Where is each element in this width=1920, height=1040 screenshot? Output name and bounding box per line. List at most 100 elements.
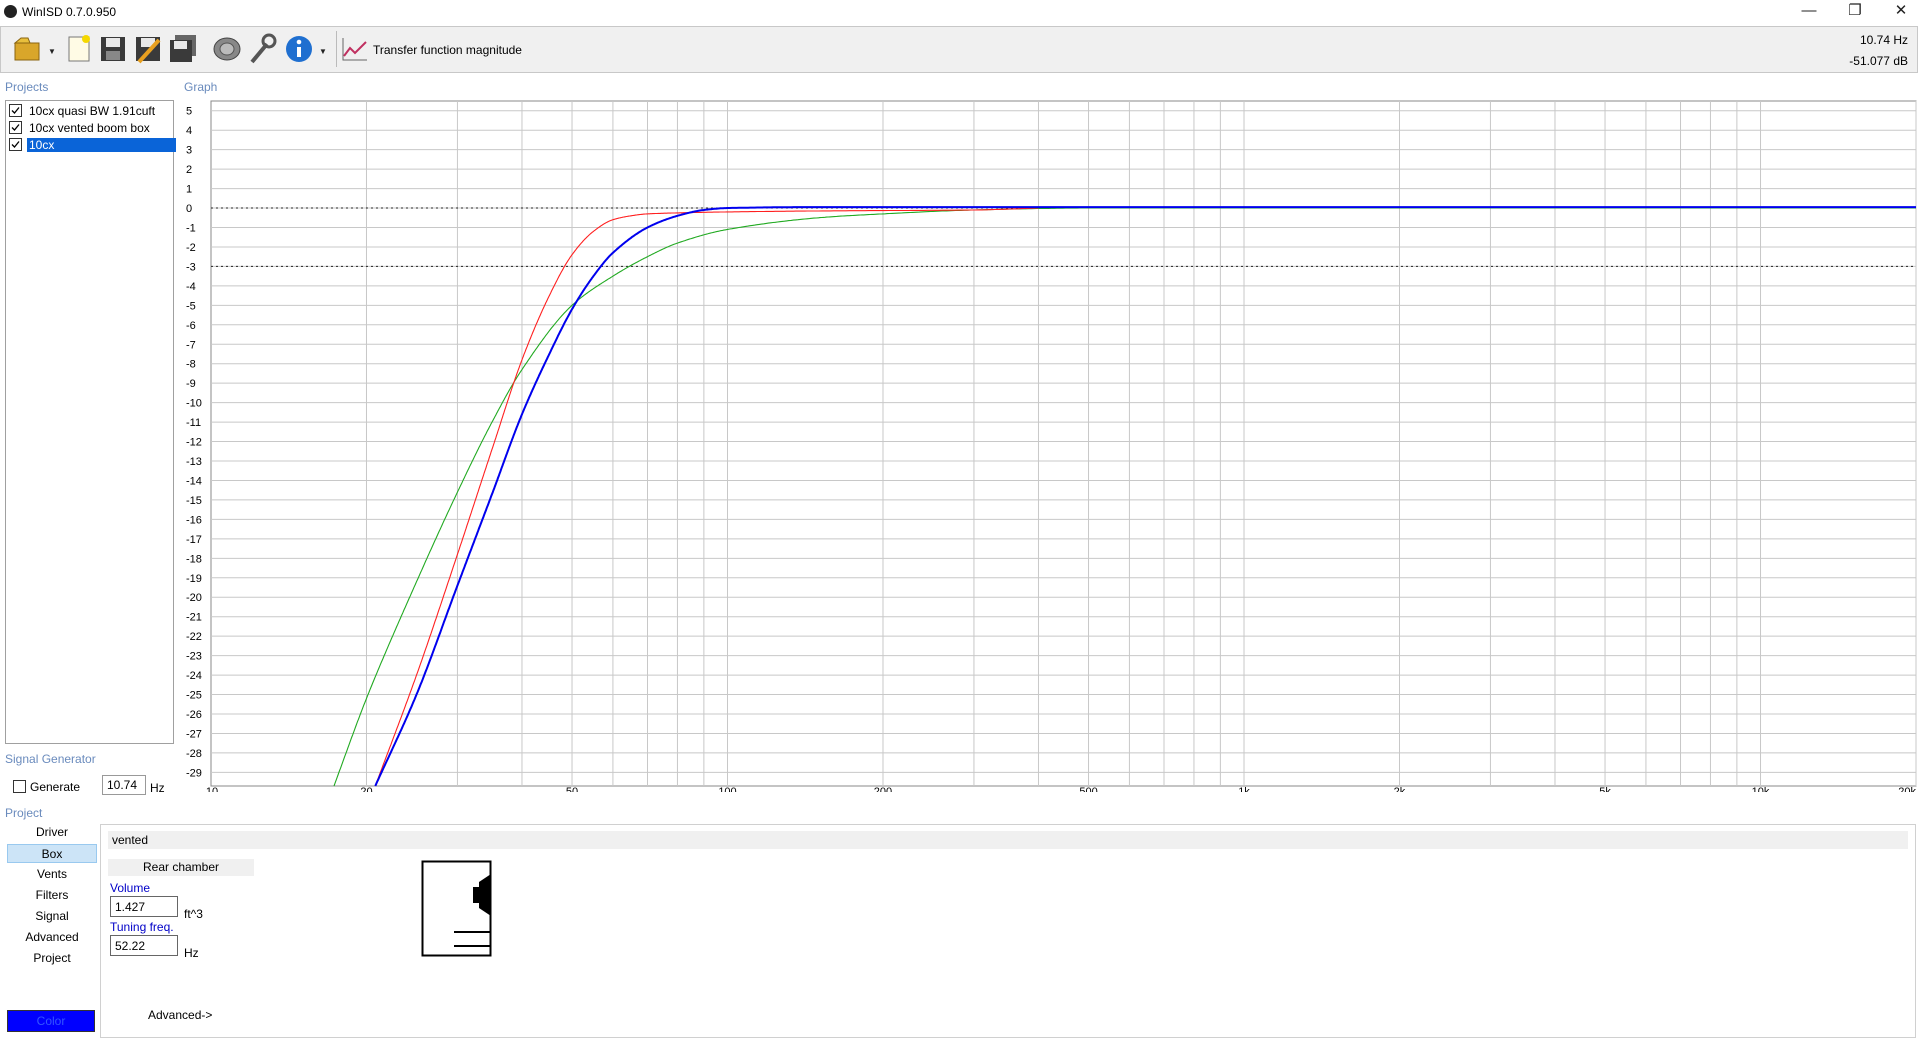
restore-button[interactable]: ❐ bbox=[1832, 0, 1878, 24]
x-tick-label: 10k bbox=[1752, 786, 1770, 792]
generator-frequency-unit: Hz bbox=[150, 781, 165, 795]
transfer-function-graph[interactable]: 543210-1-2-3-4-5-6-7-8-9-10-11-12-13-14-… bbox=[185, 100, 1919, 792]
nav-project[interactable]: Project bbox=[7, 949, 97, 968]
new-project-button[interactable] bbox=[64, 32, 94, 66]
generate-label: Generate bbox=[30, 780, 81, 794]
toolbar-separator bbox=[336, 31, 337, 67]
y-tick-label: -18 bbox=[186, 553, 202, 565]
vented-box-diagram bbox=[421, 860, 492, 957]
y-tick-label: -1 bbox=[186, 222, 196, 234]
y-tick-label: -10 bbox=[186, 398, 202, 410]
y-tick-label: 1 bbox=[186, 184, 192, 196]
save-icon bbox=[101, 37, 125, 61]
x-tick-label: 5k bbox=[1599, 786, 1611, 792]
y-tick-label: -9 bbox=[186, 378, 196, 390]
y-tick-label: -5 bbox=[186, 300, 196, 312]
y-tick-label: -11 bbox=[186, 417, 201, 429]
chevron-down-icon[interactable]: ▼ bbox=[319, 47, 327, 56]
speaker-driver-icon bbox=[213, 37, 241, 61]
y-tick-label: -14 bbox=[186, 475, 202, 487]
chevron-down-icon[interactable]: ▼ bbox=[48, 47, 56, 56]
project-section-label: Project bbox=[5, 806, 43, 820]
graph-type-label[interactable]: Transfer function magnitude bbox=[373, 43, 522, 57]
project-checkbox[interactable] bbox=[9, 121, 22, 134]
open-project-button[interactable] bbox=[12, 32, 42, 66]
app-icon bbox=[4, 5, 17, 18]
y-tick-label: 4 bbox=[186, 125, 192, 137]
project-item-selected[interactable]: 10cx bbox=[9, 137, 176, 154]
save-as-icon bbox=[136, 37, 161, 64]
info-button[interactable] bbox=[284, 32, 314, 66]
y-tick-label: -12 bbox=[186, 437, 202, 449]
save-button[interactable] bbox=[98, 32, 128, 66]
y-tick-label: -4 bbox=[186, 281, 196, 293]
y-tick-label: -27 bbox=[186, 728, 202, 740]
save-as-button[interactable] bbox=[133, 32, 163, 66]
tools-button[interactable] bbox=[247, 32, 277, 66]
nav-box[interactable]: Box bbox=[7, 844, 97, 863]
close-button[interactable]: ✕ bbox=[1878, 0, 1920, 24]
generator-frequency-input[interactable]: 10.74 bbox=[102, 775, 146, 795]
nav-filters[interactable]: Filters bbox=[7, 886, 97, 905]
projects-section-label: Projects bbox=[5, 80, 49, 94]
project-label: 10cx quasi BW 1.91cuft bbox=[29, 104, 156, 118]
x-tick-label: 20k bbox=[1898, 786, 1916, 792]
box-type-selector[interactable]: vented bbox=[108, 831, 1908, 849]
project-checkbox[interactable] bbox=[9, 104, 22, 117]
y-tick-label: -19 bbox=[186, 573, 202, 585]
tuning-freq-input[interactable]: 52.22 bbox=[110, 935, 178, 956]
y-tick-label: 3 bbox=[186, 145, 192, 157]
volume-input[interactable]: 1.427 bbox=[110, 896, 178, 917]
y-tick-label: 5 bbox=[186, 106, 192, 118]
y-tick-label: -26 bbox=[186, 709, 202, 721]
tuning-freq-unit: Hz bbox=[184, 946, 199, 960]
x-tick-label: 1k bbox=[1238, 786, 1250, 792]
project-checkbox[interactable] bbox=[9, 138, 22, 151]
y-tick-label: -23 bbox=[186, 651, 202, 663]
project-label: 10cx vented boom box bbox=[29, 121, 150, 135]
advanced-link[interactable]: Advanced-> bbox=[148, 1008, 212, 1022]
x-tick-label: 200 bbox=[874, 786, 892, 792]
y-tick-label: 2 bbox=[186, 164, 192, 176]
x-tick-label: 2k bbox=[1394, 786, 1406, 792]
y-tick-label: -15 bbox=[186, 495, 202, 507]
project-item[interactable]: 10cx quasi BW 1.91cuft bbox=[9, 103, 174, 120]
driver-button[interactable] bbox=[212, 32, 242, 66]
y-tick-label: -3 bbox=[186, 261, 196, 273]
y-tick-label: 0 bbox=[186, 203, 192, 215]
x-tick-label: 100 bbox=[718, 786, 736, 792]
volume-unit: ft^3 bbox=[184, 907, 203, 921]
x-tick-label: 50 bbox=[566, 786, 578, 792]
project-label: 10cx bbox=[27, 138, 176, 152]
new-icon bbox=[68, 35, 90, 62]
y-tick-label: -13 bbox=[186, 456, 202, 468]
nav-advanced[interactable]: Advanced bbox=[7, 928, 97, 947]
minimize-button[interactable]: — bbox=[1786, 0, 1832, 24]
x-tick-label: 20 bbox=[360, 786, 372, 792]
title-bar bbox=[0, 0, 1920, 24]
color-button[interactable]: Color bbox=[7, 1010, 95, 1032]
graph-section-label: Graph bbox=[184, 80, 218, 94]
y-tick-label: -29 bbox=[186, 767, 202, 779]
tuning-freq-label: Tuning freq. bbox=[110, 920, 174, 934]
y-tick-label: -20 bbox=[186, 592, 202, 604]
graph-icon bbox=[342, 38, 367, 61]
project-list[interactable] bbox=[5, 100, 174, 744]
y-tick-label: -6 bbox=[186, 320, 196, 332]
nav-driver[interactable]: Driver bbox=[7, 823, 97, 842]
save-all-button[interactable] bbox=[168, 32, 198, 66]
generate-checkbox[interactable] bbox=[13, 780, 26, 793]
rear-chamber-header: Rear chamber bbox=[108, 859, 254, 876]
x-tick-label: 10 bbox=[206, 786, 218, 792]
graph-type-button[interactable] bbox=[340, 32, 370, 66]
project-item[interactable]: 10cx vented boom box bbox=[9, 120, 174, 137]
cursor-frequency-readout: 10.74 Hz bbox=[1859, 33, 1908, 47]
nav-vents[interactable]: Vents bbox=[7, 865, 97, 884]
open-icon bbox=[13, 37, 40, 61]
signal-generator-section-label: Signal Generator bbox=[5, 752, 96, 766]
box-panel bbox=[100, 824, 1916, 1038]
volume-label: Volume bbox=[110, 881, 151, 895]
y-tick-label: -24 bbox=[186, 670, 202, 682]
nav-signal[interactable]: Signal bbox=[7, 907, 97, 926]
y-tick-label: -21 bbox=[186, 612, 202, 624]
